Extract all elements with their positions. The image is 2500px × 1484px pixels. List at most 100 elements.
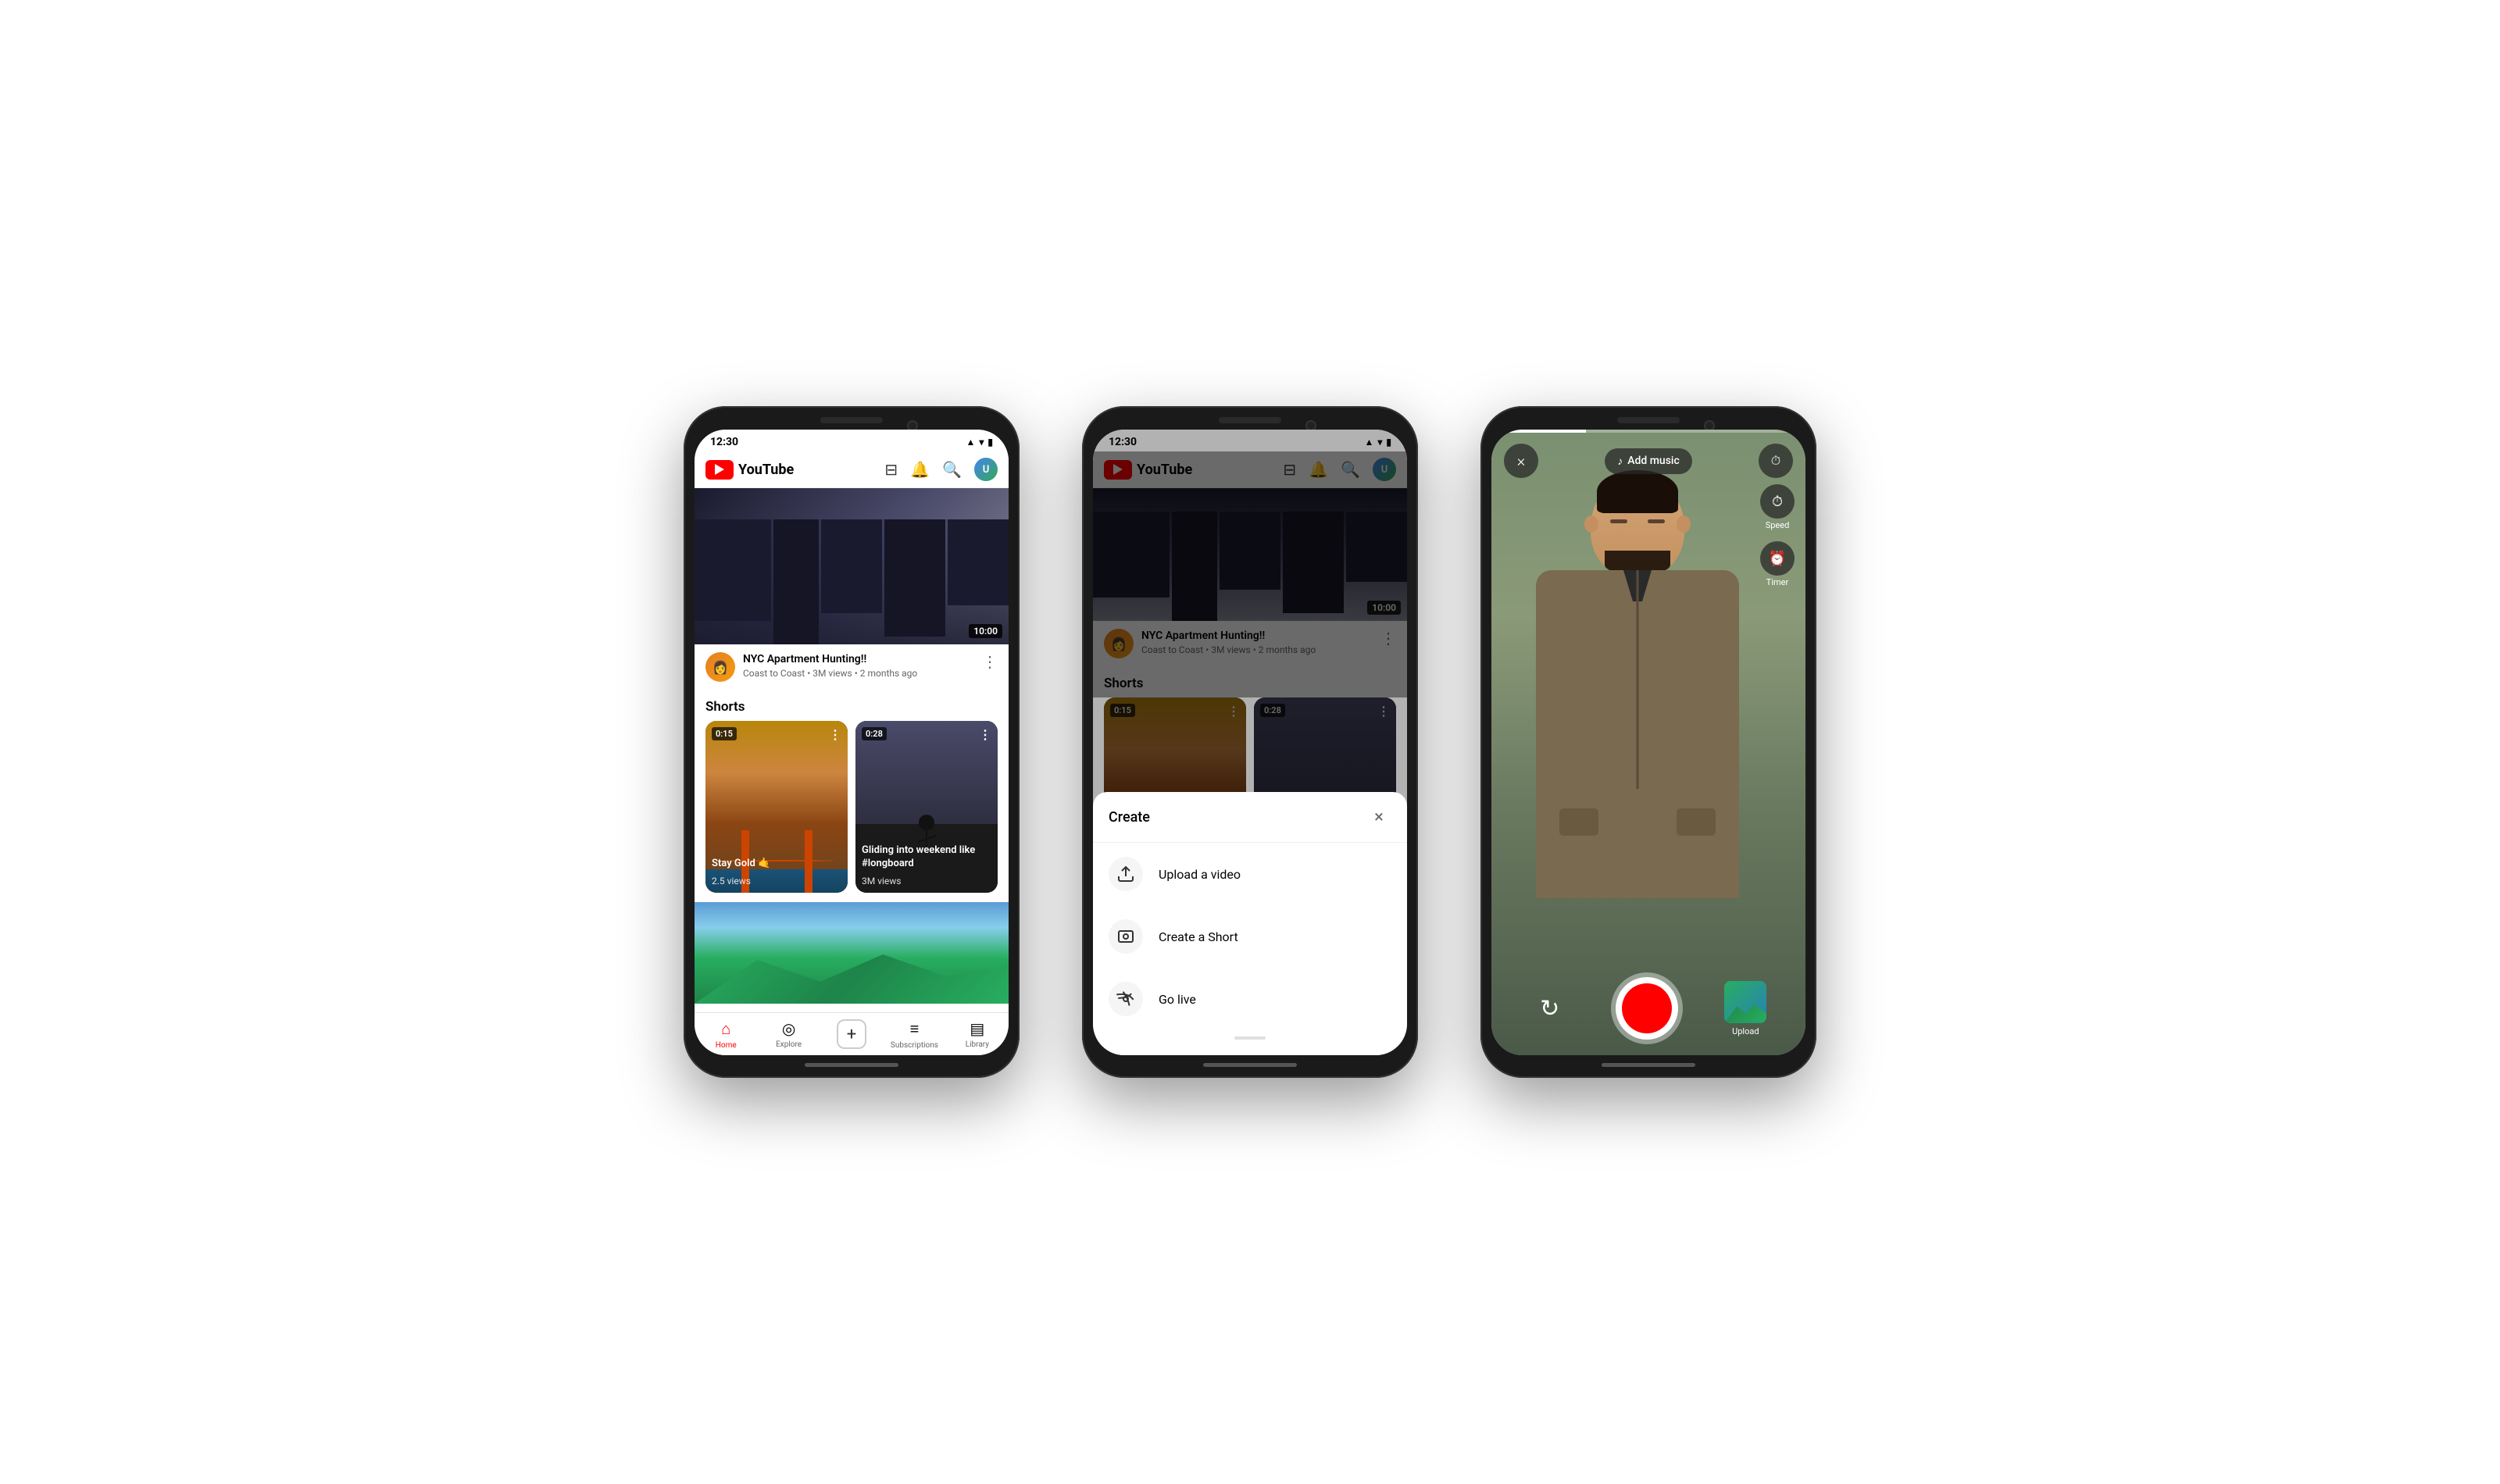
timer-icon: ⏰ bbox=[1769, 551, 1786, 567]
video-title-1: NYC Apartment Hunting!! bbox=[743, 652, 974, 666]
bottom-nav-1: ⌂ Home ◎ Explore + ≡ Subscriptions ▤ Lib… bbox=[695, 1012, 1009, 1055]
phone-2: 12:30 ▲ ▾ ▮ YouTube ⊟ 🔔 🔍 U bbox=[1082, 406, 1418, 1078]
short-more-1[interactable]: ⋮ bbox=[829, 727, 841, 742]
flip-camera-btn[interactable]: ↻ bbox=[1530, 989, 1570, 1028]
short-create-icon bbox=[1109, 919, 1143, 954]
camera-close-icon: × bbox=[1517, 451, 1525, 470]
subscriptions-icon-1: ≡ bbox=[910, 1019, 920, 1039]
upload-control[interactable]: Upload bbox=[1724, 981, 1766, 1036]
speed-label: Speed bbox=[1766, 520, 1790, 530]
phone-screen-1: 12:30 ▲ ▾ ▮ YouTube ⊟ 🔔 🔍 U bbox=[695, 430, 1009, 1055]
modal-close-btn-2[interactable]: × bbox=[1366, 804, 1391, 829]
screen-content-1: 10:00 👩 NYC Apartment Hunting!! Coast to… bbox=[695, 488, 1009, 1012]
bell-icon-1[interactable]: 🔔 bbox=[910, 460, 930, 479]
short-title-1: Stay Gold 🤙 bbox=[712, 858, 841, 871]
nav-subscriptions-1[interactable]: ≡ Subscriptions bbox=[883, 1019, 945, 1052]
upload-icon bbox=[1109, 857, 1143, 891]
short-duration-1: 0:15 bbox=[712, 727, 737, 740]
create-btn-1[interactable]: + bbox=[837, 1019, 866, 1049]
speed-btn[interactable]: ⏱ bbox=[1760, 484, 1795, 519]
phone-bottom-bar-3 bbox=[1602, 1063, 1695, 1067]
explore-icon-1: ◎ bbox=[782, 1019, 795, 1038]
short-title-2: Gliding into weekend like #longboard bbox=[862, 844, 991, 871]
modal-title-2: Create bbox=[1109, 809, 1150, 826]
phone-bottom-bar-2 bbox=[1203, 1063, 1297, 1067]
short-card-2[interactable]: 0:28 ⋮ Gliding into weekend like #longbo… bbox=[855, 721, 998, 893]
status-time-1: 12:30 bbox=[710, 436, 738, 448]
status-bar-1: 12:30 ▲ ▾ ▮ bbox=[695, 430, 1009, 451]
video-info-1: 👩 NYC Apartment Hunting!! Coast to Coast… bbox=[695, 644, 1009, 690]
camera-close-btn[interactable]: × bbox=[1504, 444, 1538, 478]
short-more-2[interactable]: ⋮ bbox=[979, 727, 991, 742]
yt-logo-text-1: YouTube bbox=[738, 462, 794, 478]
library-icon-1: ▤ bbox=[970, 1019, 984, 1038]
camera-bottom-bar-3: ↻ Upload bbox=[1491, 977, 1805, 1040]
nav-create-1[interactable]: + bbox=[820, 1019, 883, 1052]
yt-header-icons-1: ⊟ 🔔 🔍 U bbox=[884, 458, 998, 481]
search-icon-1[interactable]: 🔍 bbox=[942, 460, 962, 479]
short-card-1[interactable]: 0:15 ⋮ Stay Gold 🤙 2.5 views bbox=[705, 721, 848, 893]
phone-speaker-2 bbox=[1219, 417, 1281, 423]
add-music-label: Add music bbox=[1627, 455, 1680, 467]
nav-explore-1[interactable]: ◎ Explore bbox=[757, 1019, 820, 1052]
channel-avatar-1: 👩 bbox=[705, 652, 735, 682]
shorts-header-1: Shorts bbox=[695, 690, 1009, 721]
modal-item-live[interactable]: Go live bbox=[1093, 968, 1407, 1030]
buildings-1 bbox=[695, 519, 1009, 644]
speed-control[interactable]: ⏱ Speed bbox=[1760, 484, 1795, 530]
record-inner bbox=[1622, 983, 1672, 1033]
modal-item-upload[interactable]: Upload a video bbox=[1093, 843, 1407, 905]
avatar-1[interactable]: U bbox=[974, 458, 998, 481]
timer-control[interactable]: ⏰ Timer bbox=[1760, 541, 1795, 587]
yt-logo-icon-1 bbox=[705, 460, 734, 480]
nav-library-1[interactable]: ▤ Library bbox=[946, 1019, 1009, 1052]
nav-subscriptions-label-1: Subscriptions bbox=[891, 1041, 938, 1050]
timer-label: Timer bbox=[1766, 577, 1788, 587]
phone-1: 12:30 ▲ ▾ ▮ YouTube ⊟ 🔔 🔍 U bbox=[684, 406, 1020, 1078]
camera-right-controls: ⏱ Speed ⏰ Timer bbox=[1760, 484, 1795, 587]
short-views-2: 3M views bbox=[862, 876, 902, 886]
video-meta-1: Coast to Coast • 3M views • 2 months ago bbox=[743, 668, 974, 679]
go-live-label: Go live bbox=[1159, 992, 1196, 1007]
short-views-1: 2.5 views bbox=[712, 876, 751, 886]
nav-library-label-1: Library bbox=[966, 1040, 989, 1049]
nav-explore-label-1: Explore bbox=[776, 1040, 802, 1049]
video-details-1: NYC Apartment Hunting!! Coast to Coast •… bbox=[743, 652, 974, 679]
video-more-btn-1[interactable]: ⋮ bbox=[982, 652, 998, 671]
phone-screen-2: 12:30 ▲ ▾ ▮ YouTube ⊟ 🔔 🔍 U bbox=[1093, 430, 1407, 1055]
yt-header-1: YouTube ⊟ 🔔 🔍 U bbox=[695, 451, 1009, 488]
home-icon-1: ⌂ bbox=[721, 1019, 730, 1039]
modal-item-short[interactable]: Create a Short bbox=[1093, 905, 1407, 968]
music-note-icon: ♪ bbox=[1617, 455, 1623, 468]
timer-btn[interactable]: ⏰ bbox=[1760, 541, 1795, 576]
modal-header-2: Create × bbox=[1093, 804, 1407, 843]
speed-icon: ⏱ bbox=[1771, 453, 1780, 469]
create-modal-2: Create × Upload a video bbox=[1093, 792, 1407, 1055]
wifi-icon-1: ▾ bbox=[979, 437, 984, 448]
camera-progress-bar bbox=[1491, 430, 1805, 433]
status-icons-1: ▲ ▾ ▮ bbox=[966, 437, 993, 448]
phone-bottom-bar-1 bbox=[805, 1063, 898, 1067]
modal-handle bbox=[1234, 1036, 1266, 1040]
nature-thumb-1[interactable] bbox=[695, 902, 1009, 1004]
phone-speaker-1 bbox=[820, 417, 883, 423]
video-thumb-1[interactable]: 10:00 bbox=[695, 488, 1009, 644]
person-figure bbox=[1528, 476, 1747, 984]
nav-home-1[interactable]: ⌂ Home bbox=[695, 1019, 757, 1052]
camera-progress-fill bbox=[1491, 430, 1586, 433]
phone-speaker-3 bbox=[1617, 417, 1680, 423]
cast-icon-1[interactable]: ⊟ bbox=[884, 460, 898, 479]
add-music-btn[interactable]: ♪ Add music bbox=[1605, 448, 1692, 474]
record-btn[interactable] bbox=[1616, 977, 1678, 1040]
upload-thumb[interactable] bbox=[1724, 981, 1766, 1023]
yt-logo-1: YouTube bbox=[705, 460, 878, 480]
phone-screen-3: × ♪ Add music ⏱ ⏱ Speed bbox=[1491, 430, 1805, 1055]
camera-speed-btn[interactable]: ⏱ bbox=[1759, 444, 1793, 478]
speed-meter-icon: ⏱ bbox=[1772, 494, 1783, 510]
phone-3: × ♪ Add music ⏱ ⏱ Speed bbox=[1480, 406, 1816, 1078]
upload-label: Upload a video bbox=[1159, 867, 1241, 882]
create-short-label: Create a Short bbox=[1159, 929, 1238, 944]
battery-icon-1: ▮ bbox=[988, 437, 993, 448]
flip-icon: ↻ bbox=[1540, 995, 1559, 1022]
live-icon bbox=[1109, 982, 1143, 1016]
